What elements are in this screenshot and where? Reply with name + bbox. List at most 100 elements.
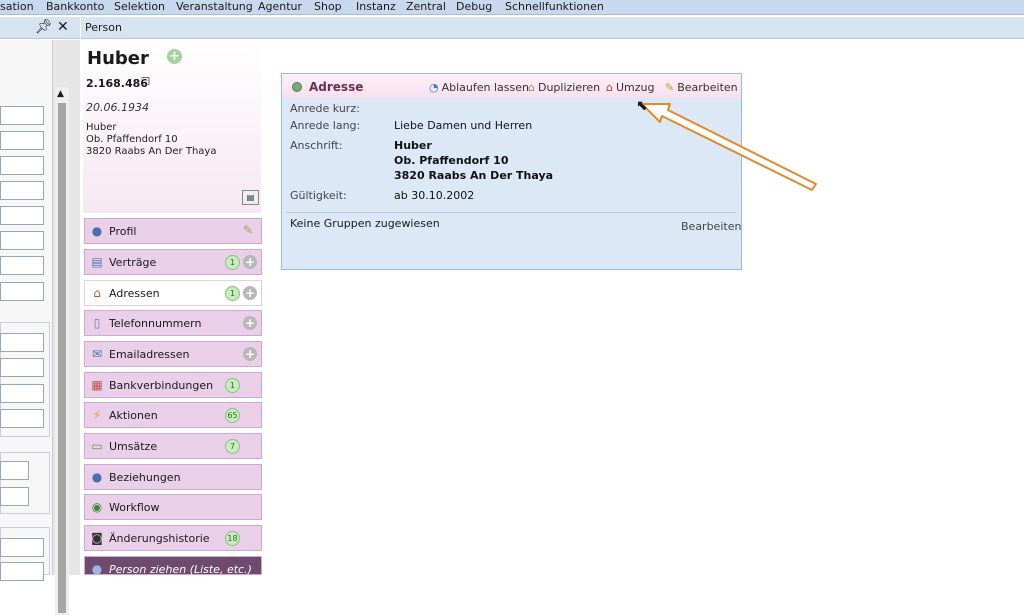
nav-item-bankverbindungen[interactable]: ▦ Bankverbindungen 1 xyxy=(84,372,262,398)
scrollbar-thumb[interactable] xyxy=(58,103,66,613)
form-field[interactable] xyxy=(0,282,44,301)
bolt-icon: ⚡ xyxy=(92,408,102,422)
form-field[interactable] xyxy=(0,256,44,275)
nav-item-person-ziehen[interactable]: ● Person ziehen (Liste, etc.) xyxy=(84,556,262,576)
workflow-icon: ◉ xyxy=(91,500,103,514)
anrede-kurz-label: Anrede kurz: xyxy=(290,102,360,115)
nav-item-label: Adressen xyxy=(109,287,160,300)
edit-label: Bearbeiten xyxy=(677,81,738,94)
contract-icon: ▤ xyxy=(91,255,103,269)
count-badge: 1 xyxy=(225,378,240,393)
form-field[interactable] xyxy=(0,409,44,428)
duplicate-button[interactable]: ⌂ Duplizieren xyxy=(528,81,600,94)
gueltigkeit-value: ab 30.10.2002 xyxy=(394,189,475,202)
left-scrollbar[interactable]: ▲ xyxy=(55,87,69,615)
person-address-line: 3820 Raabs An Der Thaya xyxy=(86,146,217,157)
pencil-icon[interactable]: ✎ xyxy=(243,223,253,237)
drag-person-icon: ● xyxy=(91,562,103,576)
nav-item-profil[interactable]: ● Profil ✎ xyxy=(84,218,262,244)
menu-item-instanz[interactable]: Instanz xyxy=(356,0,396,14)
nav-item-workflow[interactable]: ◉ Workflow xyxy=(84,494,262,520)
menu-item-agentur[interactable]: Agentur xyxy=(258,0,302,14)
close-icon[interactable]: ✕ xyxy=(57,19,69,35)
form-field[interactable] xyxy=(0,156,44,175)
address-card: Adresse ◔ Ablaufen lassen ⌂ Duplizieren ⌂ U… xyxy=(281,73,742,270)
menu-item-debug[interactable]: Debug xyxy=(456,0,492,14)
vcard-icon[interactable]: ▤ xyxy=(242,190,259,205)
add-person-icon[interactable]: + xyxy=(167,49,182,64)
menu-item-zentral[interactable]: Zentral xyxy=(406,0,446,14)
menu-item-organisation[interactable]: sation xyxy=(0,0,34,14)
person-name: Huber xyxy=(87,48,149,69)
left-panel-header: 📌︎ ✕ xyxy=(0,17,80,39)
nav-item-label: Profil xyxy=(109,225,137,238)
nav-item-beziehungen[interactable]: ● Beziehungen xyxy=(84,464,262,490)
phone-icon: ▯ xyxy=(93,316,101,330)
nav-item-label: Bankverbindungen xyxy=(109,379,214,392)
form-field[interactable] xyxy=(0,206,44,225)
form-field[interactable] xyxy=(0,562,44,581)
anschrift-line: Ob. Pfaffendorf 10 xyxy=(394,154,509,167)
form-field[interactable] xyxy=(0,358,44,377)
form-field[interactable] xyxy=(0,181,44,200)
person-dob: 20.06.1934 xyxy=(86,101,149,114)
expire-button[interactable]: ◔ Ablaufen lassen xyxy=(429,81,529,94)
form-field[interactable] xyxy=(0,231,44,250)
tab-bar: Person xyxy=(81,17,1024,39)
form-field[interactable] xyxy=(0,333,44,352)
history-icon: ◙ xyxy=(91,531,103,545)
pin-icon[interactable]: 📌︎ xyxy=(35,19,53,35)
money-icon: ▭ xyxy=(91,439,103,453)
expire-label: Ablaufen lassen xyxy=(441,81,529,94)
address-card-title: Adresse xyxy=(309,80,364,94)
pencil-icon: ✎ xyxy=(665,81,675,94)
menu-item-veranstaltung[interactable]: Veranstaltung xyxy=(176,0,253,14)
edit-button[interactable]: ✎ Bearbeiten xyxy=(665,81,738,94)
form-field[interactable] xyxy=(0,384,44,403)
nav-item-label: Umsätze xyxy=(109,440,158,453)
nav-item-aktionen[interactable]: ⚡ Aktionen 65 xyxy=(84,402,262,428)
tab-person[interactable]: Person xyxy=(85,21,122,34)
add-icon[interactable]: + xyxy=(243,286,257,300)
form-field[interactable] xyxy=(0,538,44,557)
nav-item-emailadressen[interactable]: ✉ Emailadressen + xyxy=(84,341,262,367)
move-button[interactable]: ⌂ Umzug xyxy=(606,81,654,94)
bank-icon: ▦ xyxy=(91,378,103,392)
menu-item-selektion[interactable]: Selektion xyxy=(114,0,165,14)
nav-item-aenderungshistorie[interactable]: ◙ Änderungshistorie 18 xyxy=(84,525,262,551)
nav-item-vertraege[interactable]: ▤ Verträge 1 + xyxy=(84,249,262,275)
count-badge: 1 xyxy=(225,286,240,301)
groups-text: Keine Gruppen zugewiesen xyxy=(290,217,440,230)
house-icon: ⌂ xyxy=(93,286,101,300)
add-icon[interactable]: + xyxy=(243,255,257,269)
nav-item-label: Änderungshistorie xyxy=(109,532,210,545)
anrede-lang-label: Anrede lang: xyxy=(290,119,361,132)
copy-icon[interactable]: ❐ xyxy=(141,77,150,88)
left-panel: ▲ xyxy=(0,40,80,615)
add-icon[interactable]: + xyxy=(243,347,257,361)
menu-item-bankkonto[interactable]: Bankkonto xyxy=(46,0,104,14)
nav-item-adressen[interactable]: ⌂ Adressen 1 + xyxy=(84,280,262,306)
form-field[interactable] xyxy=(0,461,29,480)
nav-item-label: Telefonnummern xyxy=(109,317,202,330)
add-icon[interactable]: + xyxy=(243,316,257,330)
nav-item-telefonnummern[interactable]: ▯ Telefonnummern + xyxy=(84,310,262,336)
nav-item-label: Emailadressen xyxy=(109,348,190,361)
menu-item-shop[interactable]: Shop xyxy=(314,0,342,14)
person-address-line: Ob. Pfaffendorf 10 xyxy=(86,134,178,145)
form-field[interactable] xyxy=(0,487,29,506)
gueltigkeit-label: Gültigkeit: xyxy=(290,189,347,202)
mail-icon: ✉ xyxy=(91,347,103,361)
groups-edit-link[interactable]: Bearbeiten xyxy=(681,220,741,233)
person-icon: ● xyxy=(91,224,103,238)
anschrift-line: 3820 Raabs An Der Thaya xyxy=(394,169,554,182)
anschrift-label: Anschrift: xyxy=(290,139,343,152)
person-number: 2.168.486 xyxy=(86,77,148,90)
nav-item-label: Aktionen xyxy=(109,409,158,422)
form-field[interactable] xyxy=(0,131,44,150)
mouse-cursor-icon: ⬉ xyxy=(636,98,648,114)
chevron-up-icon[interactable]: ▲ xyxy=(57,89,64,99)
nav-item-umsaetze[interactable]: ▭ Umsätze 7 xyxy=(84,433,262,459)
form-field[interactable] xyxy=(0,106,44,125)
menu-item-schnellfunktionen[interactable]: Schnellfunktionen xyxy=(505,0,604,14)
